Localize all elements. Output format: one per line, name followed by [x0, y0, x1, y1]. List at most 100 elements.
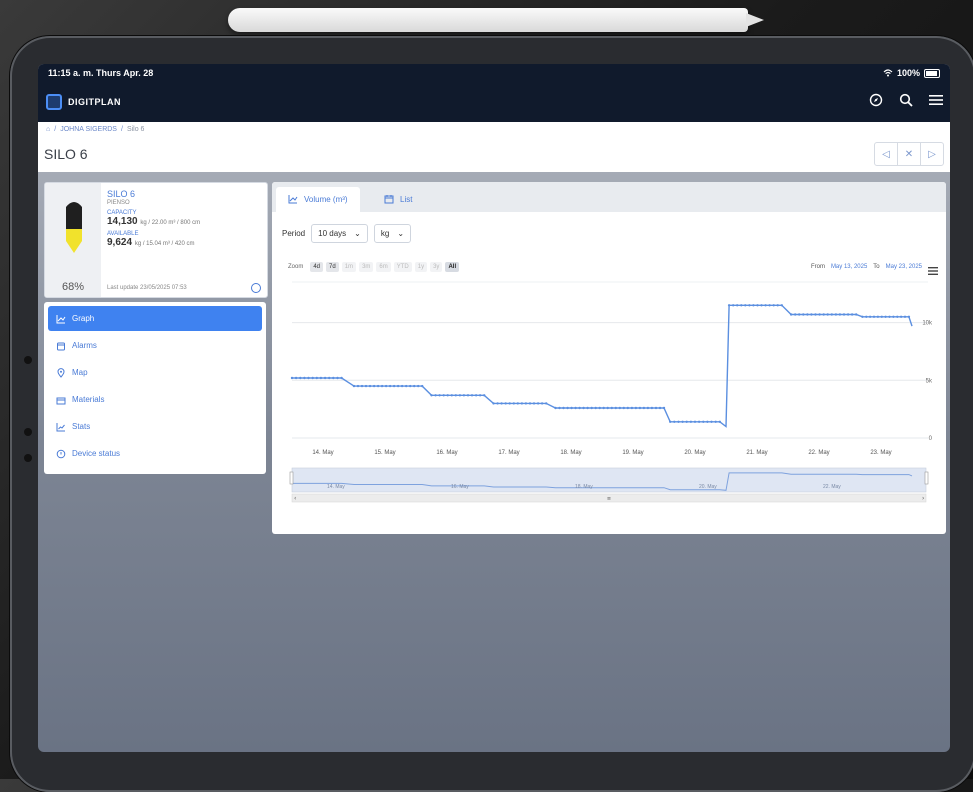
close-button[interactable]: ✕ [898, 143, 921, 165]
data-point [504, 402, 507, 405]
zoom-1y-button[interactable]: 1y [414, 262, 428, 272]
volume-chart: 0 5k 10k 14. May 15. May 16. May 17. May 18. Ma… [289, 281, 933, 503]
zoom-3m-button[interactable]: 3m [359, 262, 374, 272]
zoom-6m-button[interactable]: 6m [376, 262, 391, 272]
data-point [673, 420, 676, 423]
page-header: ⌂ / JOHNA SIGERDS / Silo 6 SILO 6 ◁ ✕ ▷ [38, 122, 950, 172]
scroll-right-icon: › [922, 495, 924, 502]
sidebar-item-map[interactable]: Map [48, 360, 262, 385]
data-point [830, 313, 833, 316]
data-point [646, 406, 650, 410]
data-point [842, 313, 846, 316]
data-point [574, 406, 577, 410]
y-tick-label: 10k [922, 321, 933, 327]
next-button[interactable]: ▷ [921, 143, 943, 165]
data-point [740, 304, 743, 307]
navigator-label: 20. May [699, 484, 717, 490]
data-point [626, 406, 629, 410]
data-point [727, 304, 731, 307]
data-point [400, 384, 404, 388]
sidebar-item-alarms[interactable]: Alarms [48, 333, 262, 358]
data-point [442, 394, 445, 397]
period-select[interactable]: 10 days ⌄ [311, 224, 368, 243]
from-date[interactable]: May 13, 2025 [831, 264, 867, 270]
data-point [582, 406, 585, 410]
zoom-ytd-button[interactable]: YTD [393, 262, 412, 272]
silo-material: PIENSO [107, 200, 130, 206]
tab-list[interactable]: List [372, 187, 424, 212]
data-point [380, 384, 384, 388]
data-point [714, 420, 717, 423]
data-point [396, 384, 400, 388]
zoom-4d-button[interactable]: 4d [310, 262, 324, 272]
available-unit: kg / 15.04 m³ / 420 cm [134, 241, 195, 247]
available-value: 9,624 kg / 15.04 m³ / 420 cm [107, 237, 195, 248]
zoom-1m-button[interactable]: 1m [341, 262, 357, 272]
data-point [532, 402, 536, 405]
tab-label: Volume (m³) [304, 195, 348, 204]
data-point [896, 315, 899, 318]
sidebar-item-graph[interactable]: Graph [48, 306, 262, 331]
zoom-7d-button[interactable]: 7d [326, 262, 339, 272]
data-point [650, 406, 654, 410]
sidebar-menu: Graph Alarms Map Materials Stats Device … [44, 302, 266, 474]
data-point [450, 394, 453, 397]
data-point [868, 315, 872, 318]
brand[interactable]: DIGITPLAN [46, 94, 121, 110]
stylus [228, 8, 764, 32]
data-point [474, 394, 478, 397]
unit-select[interactable]: kg ⌄ [373, 224, 412, 243]
data-point [806, 313, 809, 316]
compass-icon[interactable] [868, 92, 884, 108]
sidebar-item-stats[interactable]: Stats [48, 414, 262, 439]
data-point [702, 420, 705, 423]
data-point [834, 313, 838, 316]
chevron-down-icon: ⌄ [354, 229, 361, 238]
data-point [706, 420, 709, 423]
status-time: 11:15 a. m. Thurs Apr. 28 [48, 68, 154, 78]
data-point [466, 394, 470, 397]
navigator-handle-left [289, 471, 294, 485]
alarm-icon [56, 341, 66, 351]
zoom-3y-button[interactable]: 3y [430, 262, 443, 272]
data-point [336, 376, 339, 380]
stats-icon [56, 422, 66, 432]
data-point [756, 304, 759, 307]
data-point [888, 315, 891, 318]
to-label: To [873, 264, 880, 270]
chart-menu-icon[interactable] [928, 262, 938, 280]
sidebar-item-materials[interactable]: Materials [48, 387, 262, 412]
home-icon[interactable]: ⌂ [46, 126, 50, 133]
data-point [536, 402, 540, 405]
data-point [315, 376, 318, 380]
data-point [430, 394, 433, 397]
y-tick-label: 0 [929, 436, 933, 442]
data-point [540, 402, 544, 405]
data-point [566, 406, 569, 410]
tab-volume[interactable]: Volume (m³) [276, 187, 360, 212]
data-point [384, 384, 388, 388]
battery-icon [924, 68, 940, 78]
series-line [292, 304, 913, 428]
data-point [413, 384, 416, 388]
data-point [294, 376, 298, 380]
data-point [846, 313, 850, 316]
breadcrumb-parent[interactable]: JOHNA SIGERDS [60, 126, 117, 133]
data-point [368, 384, 372, 388]
zoom-all-button[interactable]: All [445, 262, 460, 272]
data-point [323, 376, 327, 380]
volume-button [24, 454, 32, 462]
search-icon[interactable] [898, 92, 914, 108]
data-point [554, 406, 557, 410]
silo-card[interactable]: 68% SILO 6 PIENSO CAPACITY 14,130 kg / 2… [44, 182, 268, 298]
data-point [876, 315, 880, 318]
to-date[interactable]: May 23, 2025 [886, 264, 922, 270]
data-point [590, 406, 593, 410]
sidebar-item-device-status[interactable]: Device status [48, 441, 262, 466]
data-point [434, 394, 437, 397]
x-tick-label: 20. May [684, 450, 705, 456]
data-point [614, 406, 617, 410]
previous-button[interactable]: ◁ [875, 143, 898, 165]
data-point [512, 402, 515, 405]
menu-icon[interactable] [928, 92, 944, 108]
